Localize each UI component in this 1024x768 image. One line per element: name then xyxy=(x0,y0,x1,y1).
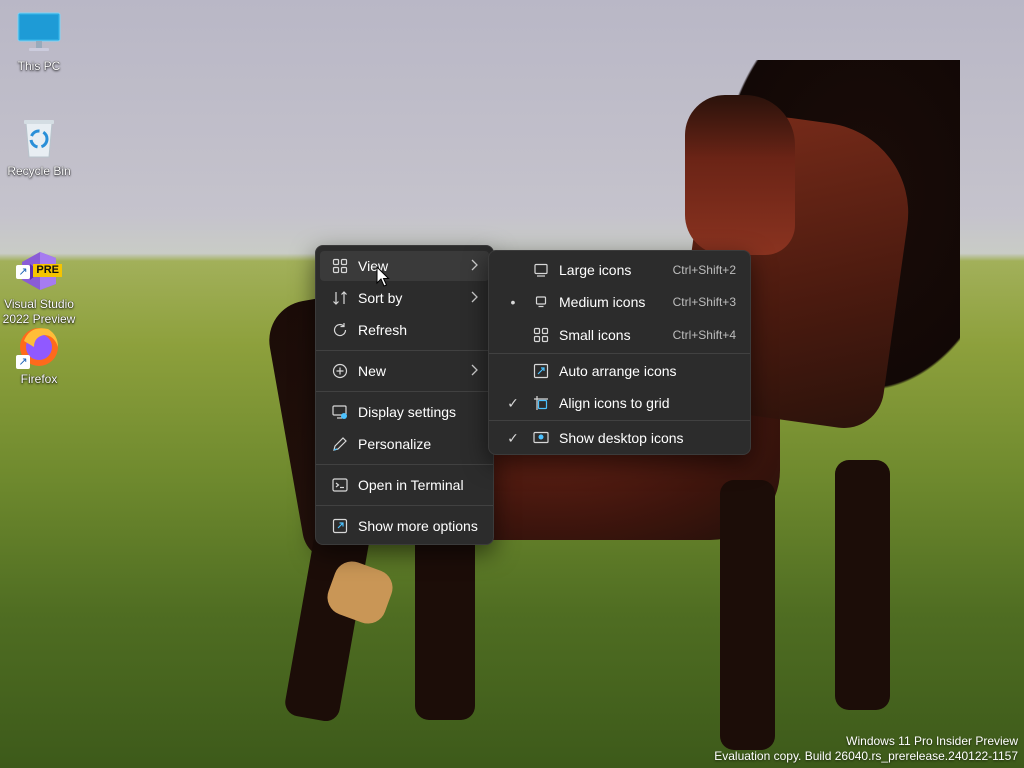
menu-item-view[interactable]: View xyxy=(320,251,489,281)
align-grid-icon xyxy=(533,395,549,411)
selection-mark: • xyxy=(510,294,516,310)
medium-icons-icon xyxy=(533,294,549,310)
personalize-pen-icon xyxy=(332,436,348,452)
submenu-item-label: Align icons to grid xyxy=(559,395,670,411)
auto-arrange-icon xyxy=(533,363,549,379)
submenu-item-label: Medium icons xyxy=(559,294,646,310)
checkmark-icon: ✓ xyxy=(507,394,519,411)
menu-separator xyxy=(316,350,493,351)
desktop-icon-recycle-bin[interactable]: Recycle Bin xyxy=(0,115,78,179)
desktop-icon-label: Visual Studio 2022 Preview xyxy=(2,297,76,326)
shortcut-arrow-icon: ↗ xyxy=(16,265,30,279)
menu-separator xyxy=(316,464,493,465)
submenu-item-auto-arrange-icons[interactable]: Auto arrange icons xyxy=(493,356,746,386)
submenu-item-large-icons[interactable]: Large icons Ctrl+Shift+2 xyxy=(493,255,746,285)
submenu-item-label: Show desktop icons xyxy=(559,430,684,446)
watermark-build: Evaluation copy. Build 26040.rs_prerelea… xyxy=(714,749,1018,763)
display-settings-icon xyxy=(332,404,348,420)
terminal-icon xyxy=(332,477,348,493)
desktop-context-menu: View Sort by Refresh New Display setting… xyxy=(315,245,494,545)
menu-item-sort-by[interactable]: Sort by xyxy=(320,283,489,313)
submenu-separator xyxy=(489,420,750,421)
checkmark-icon: ✓ xyxy=(507,429,519,446)
menu-item-label: Sort by xyxy=(358,290,403,306)
monitor-icon xyxy=(16,10,62,56)
chevron-right-icon xyxy=(469,289,479,305)
keyboard-shortcut: Ctrl+Shift+2 xyxy=(672,263,736,277)
windows-evaluation-watermark: Windows 11 Pro Insider Preview Evaluatio… xyxy=(714,734,1018,764)
chevron-right-icon xyxy=(469,362,479,378)
desktop-icon-this-pc[interactable]: This PC xyxy=(0,10,78,74)
submenu-item-small-icons[interactable]: Small icons Ctrl+Shift+4 xyxy=(493,320,746,350)
submenu-item-medium-icons[interactable]: • Medium icons Ctrl+Shift+3 xyxy=(493,287,746,317)
submenu-item-label: Auto arrange icons xyxy=(559,363,677,379)
selection-mark xyxy=(507,327,519,343)
keyboard-shortcut: Ctrl+Shift+3 xyxy=(672,295,736,309)
desktop-icon-label: Firefox xyxy=(20,372,58,386)
menu-item-label: New xyxy=(358,363,387,379)
desktop-icon-label: This PC xyxy=(17,59,61,73)
sort-icon xyxy=(332,290,348,306)
view-grid-icon xyxy=(332,258,348,274)
desktop-icon-label: Recycle Bin xyxy=(7,164,71,178)
show-desktop-icon xyxy=(533,430,549,446)
menu-item-display-settings[interactable]: Display settings xyxy=(320,397,489,427)
menu-item-label: Open in Terminal xyxy=(358,477,464,493)
wallpaper-horse-leg xyxy=(720,480,775,750)
new-plus-icon xyxy=(332,363,348,379)
refresh-icon xyxy=(332,322,348,338)
submenu-item-label: Small icons xyxy=(559,327,631,343)
small-icons-icon xyxy=(533,327,549,343)
menu-item-personalize[interactable]: Personalize xyxy=(320,429,489,459)
submenu-item-align-icons-to-grid[interactable]: ✓ Align icons to grid xyxy=(493,388,746,418)
menu-item-label: Refresh xyxy=(358,322,408,338)
menu-item-show-more-options[interactable]: Show more options xyxy=(320,511,489,541)
watermark-edition: Windows 11 Pro Insider Preview xyxy=(846,734,1018,748)
desktop[interactable]: This PC Recycle Bin PRE ↗ Visual Studio … xyxy=(0,0,1024,768)
selection-mark xyxy=(507,363,519,379)
view-submenu: Large icons Ctrl+Shift+2 • Medium icons … xyxy=(488,250,751,455)
menu-item-refresh[interactable]: Refresh xyxy=(320,315,489,345)
mouse-pointer-icon xyxy=(376,265,390,288)
menu-item-label: Personalize xyxy=(358,436,432,452)
menu-item-new[interactable]: New xyxy=(320,356,489,386)
selection-mark xyxy=(507,262,519,278)
submenu-item-label: Large icons xyxy=(559,262,632,278)
chevron-right-icon xyxy=(469,257,479,273)
submenu-separator xyxy=(489,353,750,354)
keyboard-shortcut: Ctrl+Shift+4 xyxy=(672,328,736,342)
submenu-item-show-desktop-icons[interactable]: ✓ Show desktop icons xyxy=(493,423,746,453)
wallpaper-horse-head xyxy=(685,95,795,255)
menu-separator xyxy=(316,391,493,392)
menu-item-open-in-terminal[interactable]: Open in Terminal xyxy=(320,470,489,500)
large-icons-icon xyxy=(533,262,549,278)
menu-item-label: Show more options xyxy=(358,518,478,534)
show-more-icon xyxy=(332,518,348,534)
firefox-icon: ↗ xyxy=(16,323,62,369)
menu-item-label: Display settings xyxy=(358,404,457,420)
preview-badge: PRE xyxy=(33,264,62,277)
menu-separator xyxy=(316,505,493,506)
shortcut-arrow-icon: ↗ xyxy=(16,355,30,369)
wallpaper-horse-leg xyxy=(835,460,890,710)
desktop-icon-visual-studio[interactable]: PRE ↗ Visual Studio 2022 Preview xyxy=(0,218,78,327)
visual-studio-icon: PRE ↗ xyxy=(16,233,62,290)
desktop-icon-firefox[interactable]: ↗ Firefox xyxy=(0,323,78,387)
recycle-bin-icon xyxy=(16,115,62,161)
